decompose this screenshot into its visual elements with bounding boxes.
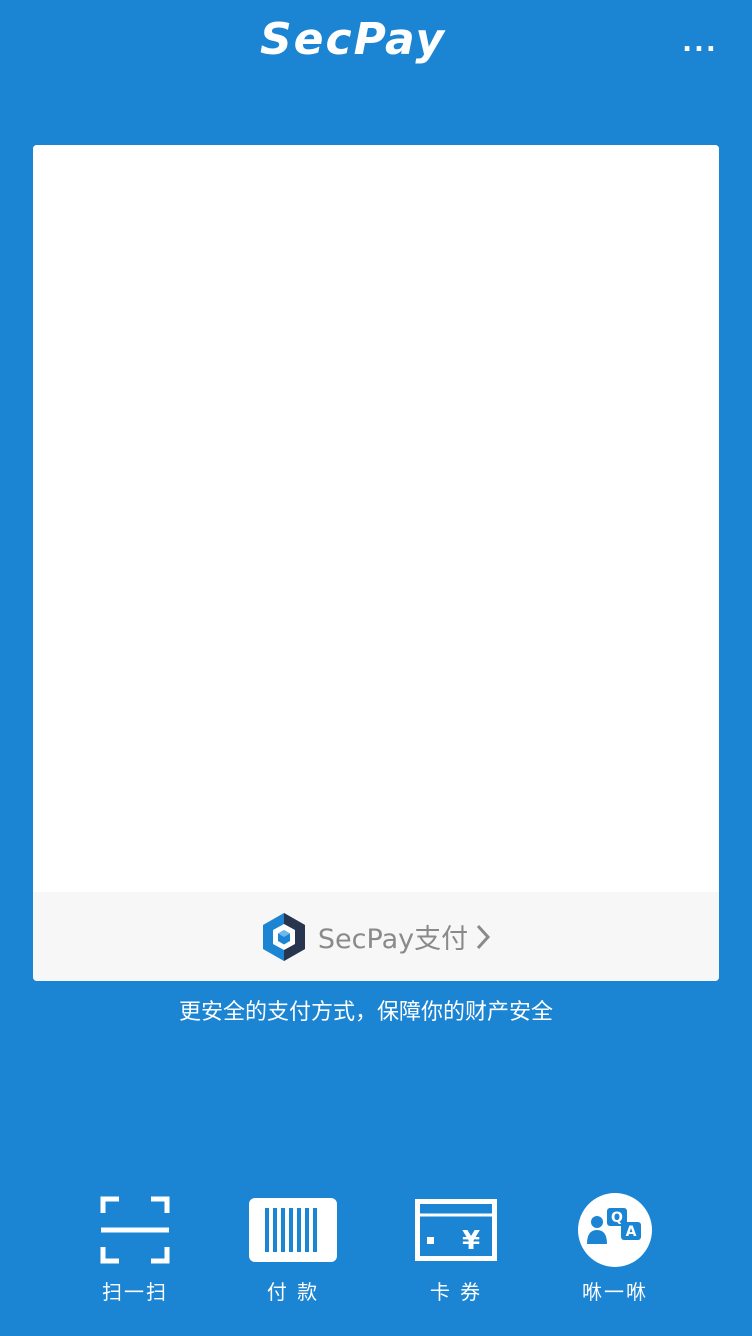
svg-text:Q: Q [611,1210,623,1226]
card-content-area [33,145,719,892]
nav-label-scan: 扫一扫 [102,1280,168,1304]
barcode-icon [249,1198,337,1262]
secpay-brand-label: SecPay支付 [317,924,469,955]
svg-text:¥: ¥ [462,1226,480,1256]
nav-item-shake[interactable]: Q A 咻一咻 [550,1190,680,1305]
payment-card: SecPay支付 [33,145,719,981]
nav-item-scan[interactable]: 扫一扫 [70,1190,200,1305]
nav-item-pay[interactable]: 付 款 [228,1190,358,1305]
secpay-logo-icon [262,912,305,961]
bottom-nav: 扫一扫 付 款 ¥ 卡 券 Q A 咻一咻 [0,1190,752,1310]
app-title: SecPay [259,14,447,65]
chevron-right-icon [476,924,491,949]
nav-item-coupons[interactable]: ¥ 卡 券 [391,1190,521,1305]
secpay-link[interactable]: SecPay支付 [260,911,492,963]
nav-label-pay: 付 款 [266,1280,320,1304]
card-footer: SecPay支付 [33,892,719,981]
card-coupon-icon: ¥ [415,1199,497,1261]
qa-icon: Q A [578,1193,652,1267]
scan-icon [100,1196,170,1264]
svg-text:A: A [626,1224,637,1240]
more-options-button[interactable]: ... [676,28,724,58]
security-tagline: 更安全的支付方式，保障你的财产安全 [178,1000,553,1025]
nav-label-coupons: 卡 券 [429,1280,483,1304]
nav-label-shake: 咻一咻 [582,1280,648,1304]
